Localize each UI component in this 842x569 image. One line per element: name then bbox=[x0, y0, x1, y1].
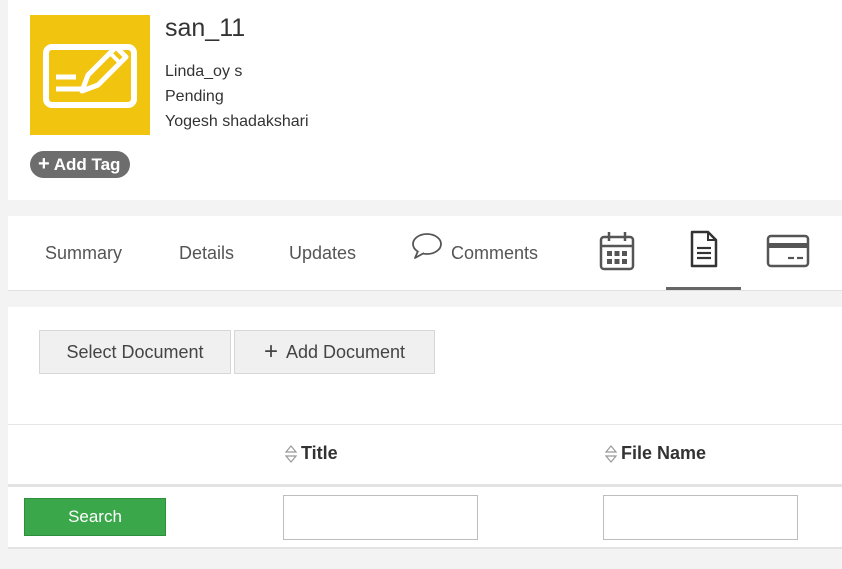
record-title: san_11 bbox=[165, 14, 246, 42]
tab-summary-label: Summary bbox=[45, 242, 123, 263]
column-header-file-name[interactable]: File Name bbox=[604, 443, 707, 464]
add-tag-button[interactable]: + Add Tag bbox=[30, 151, 131, 178]
search-button[interactable]: Search bbox=[24, 498, 166, 536]
search-button-label: Search bbox=[68, 507, 122, 526]
plus-icon: + bbox=[263, 338, 278, 365]
record-header: san_11 Linda_oy s Pending Yogesh shadaks… bbox=[8, 0, 842, 200]
tab-summary[interactable]: Summary bbox=[45, 216, 122, 290]
select-document-button[interactable]: Select Document bbox=[39, 330, 231, 374]
card-icon bbox=[766, 234, 810, 273]
plus-icon: + bbox=[38, 153, 50, 175]
tab-updates-label: Updates bbox=[289, 242, 357, 263]
documents-panel: Select Document + Add Document Title Fil… bbox=[8, 307, 842, 549]
add-tag-label: Add Tag bbox=[53, 155, 121, 174]
tab-comments-label: Comments bbox=[451, 242, 539, 263]
record-status: Pending bbox=[165, 88, 224, 105]
table-bottom-divider bbox=[8, 547, 842, 549]
record-owner: Linda_oy s bbox=[165, 63, 243, 80]
table-divider bbox=[8, 424, 842, 425]
column-title-label: Title bbox=[301, 443, 338, 463]
comment-bubble-icon bbox=[411, 232, 443, 265]
sort-icon bbox=[604, 444, 618, 463]
document-icon bbox=[689, 230, 719, 273]
add-document-label: Add Document bbox=[285, 341, 406, 362]
file-name-filter-input[interactable] bbox=[603, 495, 798, 540]
tab-bar: Summary Details Updates Comments bbox=[8, 216, 842, 291]
tab-details[interactable]: Details bbox=[179, 216, 234, 290]
column-file-name-label: File Name bbox=[621, 443, 707, 463]
column-header-title[interactable]: Title bbox=[284, 443, 338, 464]
header-divider bbox=[8, 484, 842, 487]
tab-details-label: Details bbox=[179, 242, 235, 263]
tab-card[interactable] bbox=[764, 216, 812, 290]
tab-calendar[interactable] bbox=[592, 216, 642, 290]
sort-icon bbox=[284, 444, 298, 463]
calendar-icon bbox=[599, 231, 635, 276]
tab-documents[interactable] bbox=[666, 216, 741, 290]
add-document-button[interactable]: + Add Document bbox=[234, 330, 435, 374]
record-assignee: Yogesh shadakshari bbox=[165, 113, 309, 130]
tab-comments[interactable]: Comments bbox=[411, 216, 538, 290]
select-document-label: Select Document bbox=[66, 341, 204, 362]
tab-updates[interactable]: Updates bbox=[289, 216, 356, 290]
edit-document-icon bbox=[30, 15, 150, 135]
title-filter-input[interactable] bbox=[283, 495, 478, 540]
